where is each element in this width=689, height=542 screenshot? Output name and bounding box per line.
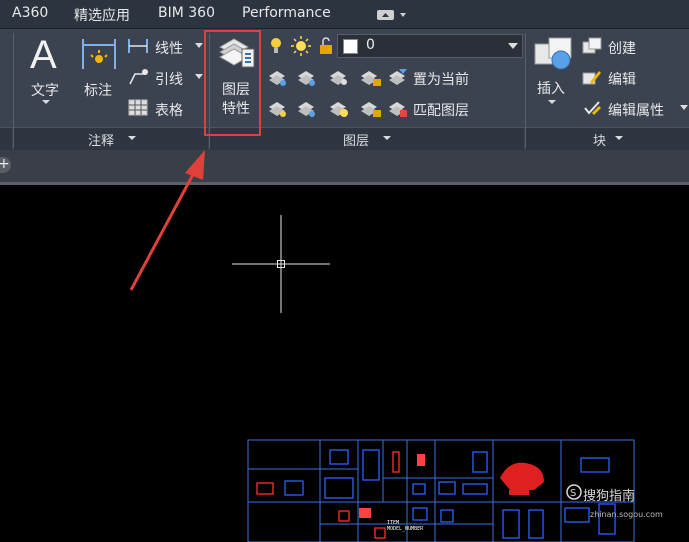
new-tab-button[interactable]: + xyxy=(0,156,10,172)
insert-label[interactable]: 插入 xyxy=(537,78,565,98)
layer-panel-title[interactable]: 图层 xyxy=(343,130,369,149)
chevron-down-icon[interactable] xyxy=(127,135,137,141)
text-button-label[interactable]: 文字 xyxy=(31,80,59,100)
dimension-button-label[interactable]: 标注 xyxy=(84,80,112,100)
chevron-down-icon[interactable] xyxy=(547,99,557,105)
block-panel-title[interactable]: 块 xyxy=(593,130,606,149)
tab-featured-apps[interactable]: 精选应用 xyxy=(74,5,130,25)
set-current-icon[interactable] xyxy=(387,67,409,89)
tab-performance[interactable]: Performance xyxy=(242,5,331,21)
ribbon-display-toggle-icon[interactable] xyxy=(376,9,408,21)
text-a-icon[interactable]: A xyxy=(26,34,66,74)
annotate-panel-title[interactable]: 注释 xyxy=(88,130,114,149)
document-tab-bar: + xyxy=(0,150,689,185)
insert-block-icon[interactable] xyxy=(531,34,575,74)
set-current-label[interactable]: 置为当前 xyxy=(413,69,469,89)
red-arrow-icon xyxy=(129,150,205,291)
block-panel-footer[interactable] xyxy=(526,127,689,151)
table-icon[interactable] xyxy=(128,99,148,116)
panel-separator xyxy=(525,33,526,148)
leader-icon[interactable] xyxy=(127,68,149,86)
left-panel-footer xyxy=(0,127,12,151)
layer-tool-icons-row1[interactable] xyxy=(268,67,386,89)
watermark-url: zhinan.sogou.com xyxy=(590,510,663,519)
chevron-down-icon[interactable] xyxy=(614,135,624,141)
layer-tool-icons-row2[interactable] xyxy=(268,98,386,120)
linear-dim-icon[interactable] xyxy=(127,37,149,55)
drawing-text-model-number: MODEL_NUMBER xyxy=(387,526,424,532)
svg-text:S: S xyxy=(570,488,576,499)
panel-separator xyxy=(13,33,14,148)
chevron-down-icon[interactable] xyxy=(195,43,203,49)
match-layer-icon[interactable] xyxy=(387,98,409,120)
linear-label[interactable]: 线性 xyxy=(155,38,183,58)
edit-attribute-icon[interactable] xyxy=(582,99,602,117)
dimension-icon[interactable] xyxy=(80,36,118,72)
create-block-icon[interactable] xyxy=(582,37,602,55)
current-layer-name: 0 xyxy=(366,37,375,53)
match-layer-label[interactable]: 匹配图层 xyxy=(413,100,469,120)
edit-attribute-label[interactable]: 编辑属性 xyxy=(608,100,664,120)
table-label[interactable]: 表格 xyxy=(155,100,183,120)
tab-a360[interactable]: A360 xyxy=(12,5,48,21)
highlight-box xyxy=(204,30,261,136)
chevron-down-icon[interactable] xyxy=(382,135,392,141)
crosshair-cursor-icon xyxy=(232,215,330,313)
leader-label[interactable]: 引线 xyxy=(155,69,183,89)
edit-label[interactable]: 编辑 xyxy=(608,69,636,89)
layer-dropdown[interactable]: 0 xyxy=(337,34,523,58)
sogou-logo-icon: S xyxy=(566,484,582,500)
svg-text:A: A xyxy=(30,34,57,74)
tab-bim360[interactable]: BIM 360 xyxy=(158,5,215,21)
ribbon-tab-bar: A360 精选应用 BIM 360 Performance xyxy=(0,0,689,29)
chevron-down-icon[interactable] xyxy=(41,99,51,105)
edit-block-icon[interactable] xyxy=(582,68,602,86)
chevron-down-icon[interactable] xyxy=(508,43,518,49)
create-label[interactable]: 创建 xyxy=(608,38,636,58)
chevron-down-icon[interactable] xyxy=(680,105,688,111)
layer-state-icons xyxy=(271,36,332,56)
chevron-down-icon[interactable] xyxy=(195,74,203,80)
watermark-text: 搜狗指南 xyxy=(583,489,636,504)
layer-color-swatch xyxy=(343,39,358,54)
